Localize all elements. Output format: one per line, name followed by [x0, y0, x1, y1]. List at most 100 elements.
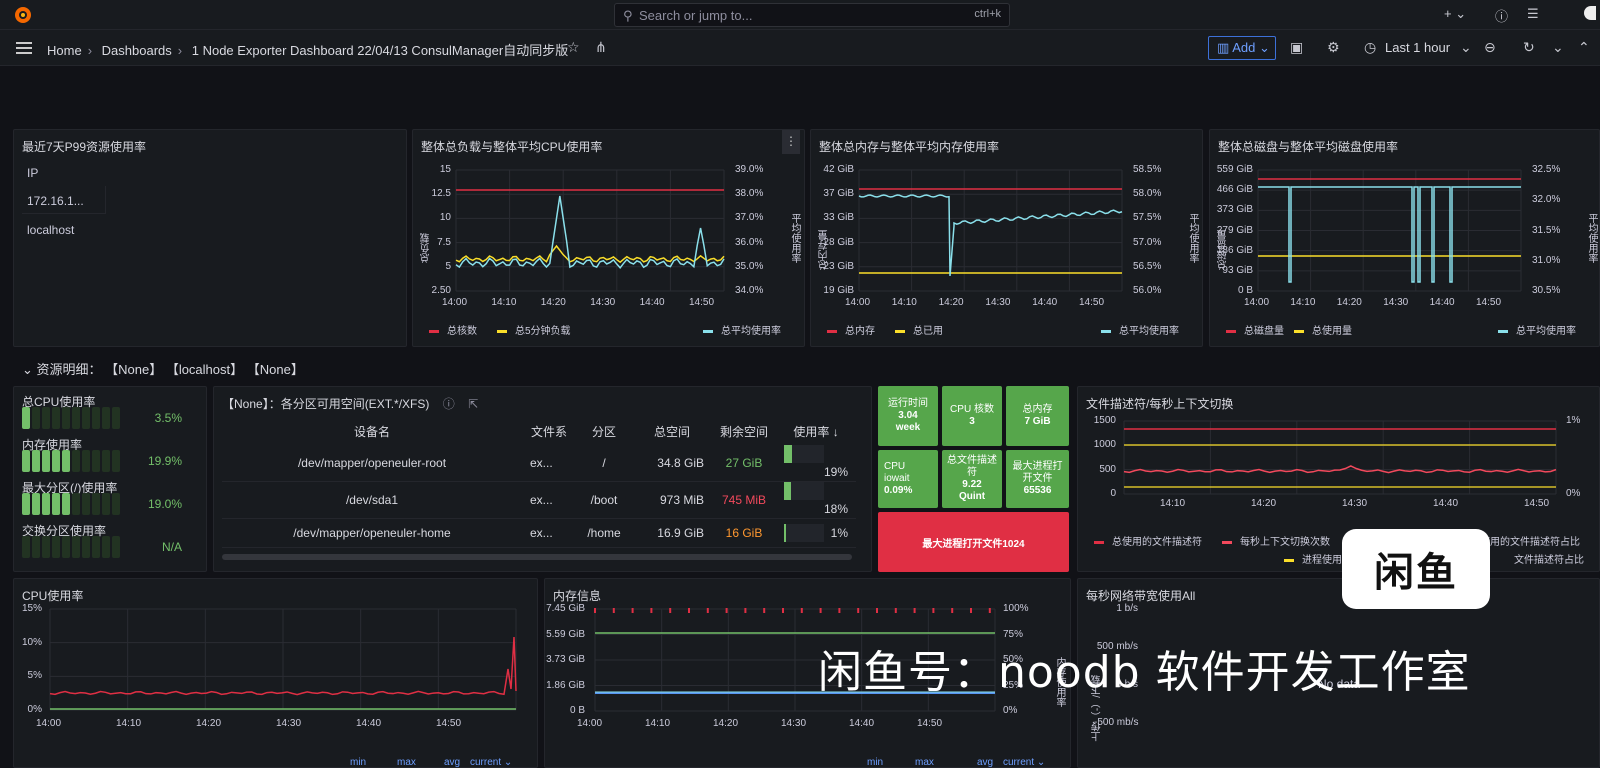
- legend-item-fd-used[interactable]: 总使用的文件描述符: [1094, 533, 1202, 548]
- table-row[interactable]: /dev/mapper/openeuler-root ex.../34.8 GiB…: [222, 445, 857, 482]
- breadcrumb: Home › Dashboards › 1 Node Exporter Dashbo…: [47, 43, 569, 58]
- stat-iowait: CPU iowait 0.09%: [878, 450, 938, 508]
- legend-item-total[interactable]: 总磁盘量: [1226, 322, 1284, 337]
- disk-panel: 整体总磁盘与整体平均磁盘使用率 559 GiB 466 GiB 373 GiB 279…: [1209, 129, 1600, 347]
- col-min[interactable]: min: [350, 757, 366, 767]
- legend-item-used[interactable]: 总已用: [895, 322, 943, 337]
- col-avg[interactable]: avg: [977, 757, 993, 767]
- save-icon[interactable]: ▣: [1290, 39, 1303, 56]
- dashboard-nav: Home › Dashboards › 1 Node Exporter Dashbo…: [0, 30, 1600, 66]
- share-icon[interactable]: ⋔: [595, 39, 607, 56]
- col-min[interactable]: min: [867, 757, 883, 767]
- menu-icon[interactable]: [16, 42, 32, 54]
- y2-axis-label: 平均使用率: [789, 213, 800, 263]
- legend-item-ctx-switch[interactable]: 每秒上下文切换次数: [1222, 533, 1330, 548]
- gauge-segment: [42, 536, 50, 558]
- legend-item-cores[interactable]: 总核数: [429, 322, 477, 337]
- plus-icon[interactable]: + ⌄: [1444, 6, 1466, 22]
- usage-bar-cell: 1%: [776, 518, 857, 548]
- col-current[interactable]: current ⌄: [1003, 757, 1045, 767]
- col-header[interactable]: 使用率 ↓: [776, 417, 856, 445]
- gauge-segment: [22, 493, 30, 515]
- gauge-segment: [52, 407, 60, 429]
- add-button[interactable]: ▥ Add ⌄: [1208, 36, 1276, 60]
- chevron-down-icon: ⌄: [22, 362, 37, 377]
- gear-icon[interactable]: ⚙: [1327, 39, 1340, 56]
- legend-item-avg[interactable]: 总平均使用率: [1498, 322, 1576, 337]
- legend-item-fd-ratio-2[interactable]: 文件描述符占比: [1514, 551, 1584, 566]
- crumb-dashboard-title[interactable]: 1 Node Exporter Dashboard 22/04/13 Consu…: [192, 43, 568, 58]
- horizontal-scrollbar[interactable]: [222, 554, 852, 560]
- news-icon[interactable]: ☰: [1527, 6, 1539, 22]
- gauge-value: 19.0%: [147, 497, 182, 511]
- cpu-load-panel: 整体总负载与整体平均CPU使用率 ⋮ 15 12.5 10 7.5 5 2.50 39.0%…: [412, 129, 805, 347]
- crumb-dashboards[interactable]: Dashboards: [102, 43, 172, 58]
- col-avg[interactable]: avg: [444, 757, 460, 767]
- table-row[interactable]: 172.16.1...: [22, 186, 106, 214]
- top-bar: ⚲ Search or jump to... ctrl+k + ⌄ ⓘ ☰: [0, 0, 1600, 30]
- legend-item-used[interactable]: 总使用量: [1294, 322, 1352, 337]
- gauge-segment: [42, 407, 50, 429]
- time-range-picker[interactable]: Last 1 hour: [1385, 40, 1450, 55]
- help-icon[interactable]: ⓘ: [1495, 6, 1508, 25]
- zoom-out-icon[interactable]: ⊖: [1484, 39, 1496, 56]
- shortcut-hint: ctrl+k: [974, 8, 1001, 20]
- refresh-interval-chevron-icon[interactable]: ⌄: [1552, 39, 1564, 56]
- sort-desc-icon: ↓: [832, 424, 839, 439]
- chevron-down-icon[interactable]: ⌄: [1460, 39, 1472, 56]
- col-max[interactable]: max: [397, 757, 416, 767]
- y-axis-label: 总磁盘量: [1218, 230, 1229, 270]
- gauge-segment: [42, 493, 50, 515]
- collapse-icon[interactable]: ⌃: [1578, 39, 1590, 56]
- table-cell: 16.9 GiB: [632, 518, 712, 548]
- gauge-segment: [62, 493, 70, 515]
- gauge-bar: [22, 536, 120, 558]
- col-header[interactable]: 剩余空间: [712, 417, 776, 445]
- search-input[interactable]: ⚲ Search or jump to... ctrl+k: [614, 3, 1010, 27]
- star-icon[interactable]: ☆: [567, 39, 580, 56]
- y-axis-label: 总负载: [421, 233, 432, 263]
- refresh-icon[interactable]: ↻: [1523, 39, 1535, 56]
- gauge-segment: [72, 407, 80, 429]
- mem-panel: 整体总内存与整体平均内存使用率 42 GiB 37 GiB 33 GiB 28 GiB…: [810, 129, 1203, 347]
- stat-total-fd: 总文件描述符 9.22 Quint: [942, 450, 1002, 508]
- panel-title: 每秒网络带宽使用All: [1086, 589, 1196, 603]
- col-header[interactable]: 分区: [576, 417, 632, 445]
- watermark-logo: 闲鱼: [1342, 529, 1490, 609]
- table-cell: 973 MiB: [632, 481, 712, 519]
- legend-item-load5[interactable]: 总5分钟负载: [497, 322, 571, 337]
- mem-chart: [858, 169, 1123, 292]
- row-title[interactable]: ⌄ 资源明细： 【None】 【localhost】 【None】: [22, 359, 304, 378]
- gauge-segment: [102, 493, 110, 515]
- col-header[interactable]: 总空间: [632, 417, 712, 445]
- table-cell: /home: [576, 518, 632, 548]
- gauge-bar: [22, 493, 120, 515]
- stat-uptime: 运行时间 3.04 week: [878, 386, 938, 446]
- gauge-segment: [62, 536, 70, 558]
- col-header[interactable]: 设备名: [222, 417, 522, 445]
- table-row[interactable]: /dev/mapper/openeuler-home ex.../home 16.9…: [222, 518, 857, 548]
- gauge-segment: [92, 536, 100, 558]
- legend-item-avg[interactable]: 总平均使用率: [703, 322, 781, 337]
- legend-item-avg[interactable]: 总平均使用率: [1101, 322, 1179, 337]
- search-icon: ⚲: [623, 8, 633, 23]
- info-icon[interactable]: ⓘ: [443, 397, 455, 411]
- gauge-segment: [112, 407, 120, 429]
- table-cell: /dev/mapper/openeuler-root: [222, 445, 522, 482]
- table-row[interactable]: localhost: [27, 223, 74, 237]
- gauge-segment: [82, 536, 90, 558]
- grafana-logo-icon[interactable]: [14, 6, 32, 24]
- col-header[interactable]: 文件系: [522, 417, 576, 445]
- gauge-segment: [72, 493, 80, 515]
- legend-item-total[interactable]: 总内存: [827, 322, 875, 337]
- crumb-home[interactable]: Home: [47, 43, 82, 58]
- usage-gauge: 交换分区使用率 N/A: [22, 522, 182, 558]
- external-link-icon[interactable]: ⇱: [468, 397, 478, 411]
- gauge-segment: [112, 450, 120, 472]
- table-row[interactable]: /dev/sda1 ex.../boot 973 MiB 745 MiB 18%: [222, 481, 857, 519]
- col-current[interactable]: current ⌄: [470, 757, 512, 767]
- col-max[interactable]: max: [915, 757, 934, 767]
- stat-max-open-files: 最大进程打开文件 65536: [1006, 450, 1069, 508]
- avatar[interactable]: [1584, 6, 1596, 20]
- stat-total-mem: 总内存 7 GiB: [1006, 386, 1069, 446]
